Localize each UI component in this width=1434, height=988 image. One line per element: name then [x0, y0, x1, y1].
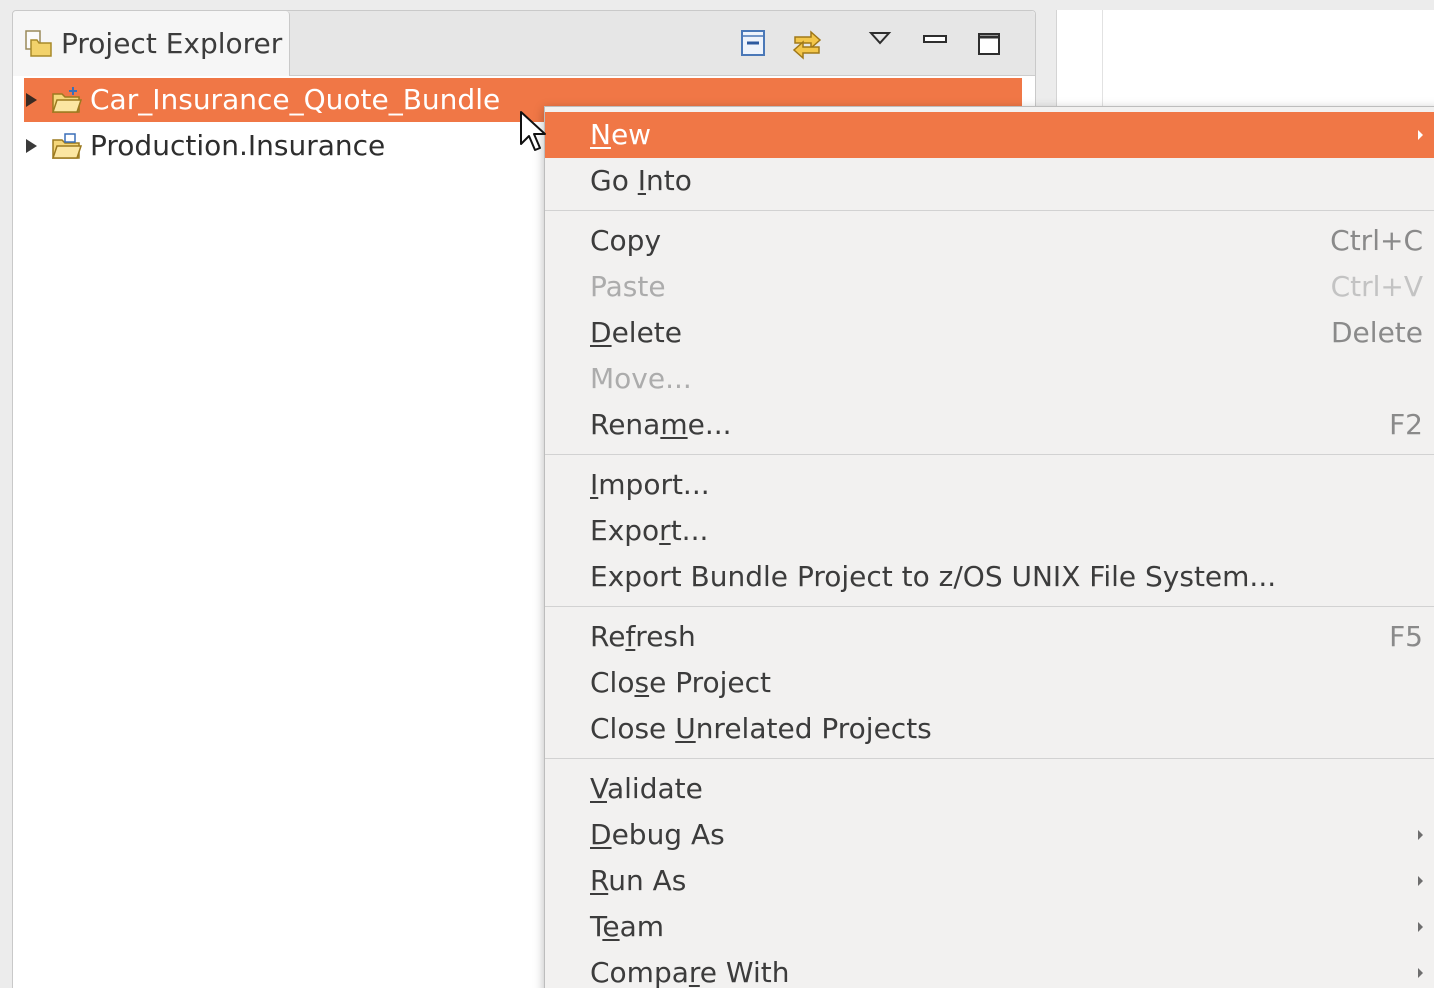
menu-item-move: Move...	[545, 356, 1434, 402]
mouse-cursor-icon	[520, 111, 546, 151]
menu-separator	[545, 454, 1434, 455]
menu-item-debug-as[interactable]: Debug As	[545, 812, 1434, 858]
mnemonic-char: D	[590, 818, 612, 851]
project-explorer-icon	[25, 30, 52, 57]
menu-item-label: Export...	[590, 514, 709, 547]
menu-item-label: Close Project	[590, 666, 771, 699]
mnemonic-char: N	[590, 118, 611, 151]
submenu-arrow-icon	[1418, 876, 1423, 886]
minimize-button[interactable]	[917, 25, 953, 61]
mnemonic-char: s	[634, 666, 650, 699]
mnemonic-char: U	[675, 712, 696, 745]
link-with-editor-button[interactable]	[789, 25, 825, 61]
menu-item-label: Refresh	[590, 620, 696, 653]
view-title: Project Explorer	[61, 27, 283, 60]
collapse-all-icon	[741, 30, 765, 56]
menu-item-label: Delete	[590, 316, 682, 349]
tree-item-label: Production.Insurance	[90, 129, 386, 162]
menu-item-label: Export Bundle Project to z/OS UNIX File …	[590, 560, 1277, 593]
mnemonic-char: r	[688, 956, 700, 988]
menu-item-close-unrelated-projects[interactable]: Close Unrelated Projects	[545, 706, 1434, 752]
menu-item-rename[interactable]: Rename... F2	[545, 402, 1434, 448]
mnemonic-char: m	[660, 408, 688, 441]
menu-separator	[545, 758, 1434, 759]
menu-separator	[545, 210, 1434, 211]
mnemonic-char: f	[625, 620, 636, 653]
menu-item-label: Import...	[590, 468, 710, 501]
menu-item-label: Close Unrelated Projects	[590, 712, 932, 745]
menu-item-validate[interactable]: Validate	[545, 766, 1434, 812]
menu-item-paste: Paste Ctrl+V	[545, 264, 1434, 310]
menu-item-label: Compare With	[590, 956, 790, 988]
maximize-icon	[978, 33, 1000, 55]
menu-item-refresh[interactable]: Refresh F5	[545, 614, 1434, 660]
mnemonic-char: I	[590, 468, 599, 501]
menu-item-new[interactable]: New	[545, 112, 1434, 158]
menu-item-delete[interactable]: Delete Delete	[545, 310, 1434, 356]
submenu-arrow-icon	[1418, 922, 1423, 932]
folder-project-icon	[51, 133, 83, 159]
context-menu: New Go Into Copy Ctrl+C Paste Ctrl+V Del…	[544, 106, 1434, 988]
mnemonic-char: I	[637, 164, 646, 197]
submenu-arrow-icon	[1418, 968, 1423, 978]
menu-item-label: Team	[590, 910, 665, 943]
menu-item-label: Move...	[590, 362, 692, 395]
menu-item-shortcut: Ctrl+C	[1330, 224, 1423, 257]
menu-item-team[interactable]: Team	[545, 904, 1434, 950]
mnemonic-char: r	[659, 514, 671, 547]
menu-item-import[interactable]: Import...	[545, 462, 1434, 508]
menu-item-label: Paste	[590, 270, 666, 303]
menu-item-export[interactable]: Export...	[545, 508, 1434, 554]
link-with-editor-icon	[792, 30, 822, 60]
collapse-all-button[interactable]	[735, 25, 771, 61]
view-header: Project Explorer	[13, 11, 1035, 76]
minimize-icon	[923, 35, 947, 43]
menu-item-compare-with[interactable]: Compare With	[545, 950, 1434, 988]
menu-item-label: Validate	[590, 772, 703, 805]
menu-item-go-into[interactable]: Go Into	[545, 158, 1434, 204]
mnemonic-char: D	[590, 316, 612, 349]
menu-item-label: Run As	[590, 864, 687, 897]
expand-arrow-icon[interactable]	[26, 93, 37, 107]
eclipse-workbench: Project Explorer Car_Insurance_Quote_Bun…	[0, 0, 1434, 988]
submenu-arrow-icon	[1418, 830, 1423, 840]
tree-item-label: Car_Insurance_Quote_Bundle	[90, 83, 501, 116]
menu-item-label: Rename...	[590, 408, 732, 441]
menu-item-export-bundle-project[interactable]: Export Bundle Project to z/OS UNIX File …	[545, 554, 1434, 600]
menu-separator	[545, 606, 1434, 607]
menu-item-copy[interactable]: Copy Ctrl+C	[545, 218, 1434, 264]
maximize-button[interactable]	[971, 25, 1007, 61]
menu-item-close-project[interactable]: Close Project	[545, 660, 1434, 706]
menu-item-label: Go Into	[590, 164, 692, 197]
menu-item-shortcut: F5	[1389, 620, 1423, 653]
expand-arrow-icon[interactable]	[26, 139, 37, 153]
menu-item-run-as[interactable]: Run As	[545, 858, 1434, 904]
menu-item-label: New	[590, 118, 652, 151]
menu-item-shortcut: F2	[1389, 408, 1423, 441]
submenu-arrow-icon	[1418, 130, 1423, 140]
mnemonic-char: V	[590, 772, 607, 805]
view-menu-icon	[868, 32, 892, 45]
project-explorer-tab[interactable]: Project Explorer	[13, 11, 290, 76]
mnemonic-char: R	[590, 864, 609, 897]
menu-item-label: Debug As	[590, 818, 725, 851]
mnemonic-char: e	[602, 910, 620, 943]
menu-item-label: Copy	[590, 224, 662, 257]
bundle-project-icon	[51, 87, 83, 113]
menu-item-shortcut: Ctrl+V	[1330, 270, 1423, 303]
menu-item-shortcut: Delete	[1331, 316, 1423, 349]
view-menu-button[interactable]	[863, 25, 899, 61]
